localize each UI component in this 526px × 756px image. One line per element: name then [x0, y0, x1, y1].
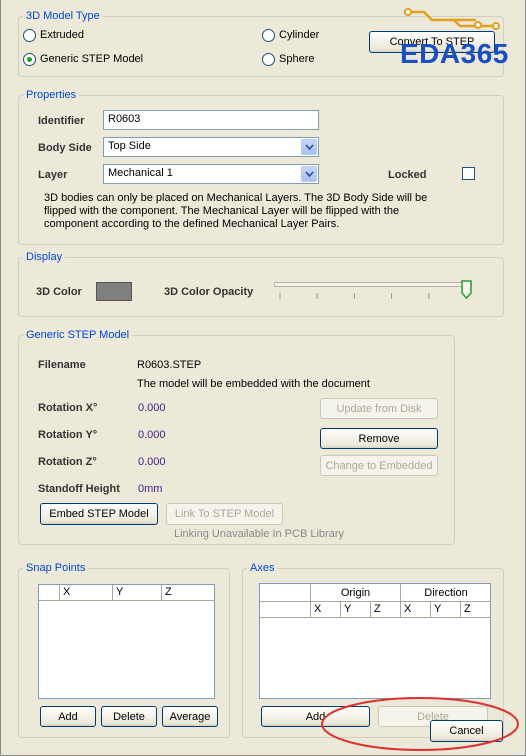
column-header: Z [165, 586, 172, 598]
standoff-value[interactable]: 0mm [138, 483, 162, 495]
body-side-label: Body Side [38, 142, 92, 154]
column-header: X [401, 602, 431, 618]
column-header [260, 602, 311, 618]
axes-grid[interactable]: Origin Direction X Y Z X Y Z [259, 583, 491, 699]
column-header: Origin [311, 584, 401, 602]
logo-circuit-icon [404, 8, 500, 30]
rotation-z-value[interactable]: 0.000 [138, 456, 166, 468]
snap-delete-button[interactable]: Delete [101, 706, 157, 727]
layer-value: Mechanical 1 [108, 167, 173, 179]
embed-step-model-button[interactable]: Embed STEP Model [40, 503, 158, 525]
column-header: X [311, 602, 341, 618]
column-header: Z [464, 603, 471, 615]
slider-thumb[interactable] [460, 280, 472, 300]
snap-points-legend: Snap Points [26, 562, 86, 574]
snap-points-header: X Y Z [39, 585, 214, 601]
rotation-y-value[interactable]: 0.000 [138, 429, 166, 441]
identifier-input[interactable]: R0603 [103, 110, 319, 130]
radio-cylinder-label: Cylinder [279, 29, 320, 41]
rotation-x-label: Rotation X° [38, 402, 98, 414]
snap-points-grid[interactable]: X Y Z [38, 584, 215, 699]
axes-legend: Axes [250, 562, 275, 574]
body-side-select[interactable]: Top Side [103, 137, 319, 157]
standoff-label: Standoff Height [38, 483, 120, 495]
rotation-y-label: Rotation Y° [38, 429, 98, 441]
properties-legend: Properties [26, 89, 77, 101]
display-legend: Display [26, 251, 63, 263]
column-header [260, 584, 311, 602]
snap-average-button[interactable]: Average [162, 706, 218, 727]
color-swatch[interactable] [96, 282, 132, 301]
axes-group-header: Origin Direction [260, 584, 490, 602]
locked-checkbox[interactable] [462, 167, 475, 180]
radio-extruded-label: Extruded [40, 29, 85, 41]
column-header: Y [431, 602, 461, 618]
radio-generic-step-label: Generic STEP Model [40, 53, 144, 65]
opacity-label: 3D Color Opacity [164, 286, 254, 298]
snap-add-button[interactable]: Add [40, 706, 96, 727]
layer-label: Layer [38, 169, 68, 181]
properties-note: 3D bodies can only be placed on Mechanic… [44, 192, 428, 230]
remove-button[interactable]: Remove [320, 428, 438, 449]
radio-extruded[interactable] [23, 29, 36, 42]
locked-label: Locked [388, 169, 427, 181]
column-header: Y [113, 585, 162, 601]
radio-generic-step[interactable] [23, 53, 36, 66]
rotation-x-value[interactable]: 0.000 [138, 402, 166, 414]
opacity-slider[interactable] [274, 280, 472, 302]
layer-select[interactable]: Mechanical 1 [103, 164, 319, 184]
column-header: Direction [424, 587, 468, 599]
cancel-button[interactable]: Cancel [430, 720, 503, 742]
column-header: Z [371, 602, 401, 618]
filename-value: R0603.STEP [137, 359, 202, 371]
radio-cylinder[interactable] [262, 29, 275, 42]
step-model-legend: Generic STEP Model [26, 329, 130, 341]
filename-label: Filename [38, 359, 86, 371]
identifier-label: Identifier [38, 115, 85, 127]
body-side-value: Top Side [108, 140, 151, 152]
embedded-note: The model will be embedded with the docu… [137, 378, 370, 390]
logo-text: EDA365 [400, 38, 509, 69]
column-header: X [60, 585, 113, 601]
update-from-disk-button[interactable]: Update from Disk [320, 398, 438, 419]
slider-ticks [279, 293, 467, 299]
model-type-legend: 3D Model Type [26, 10, 100, 22]
rotation-z-label: Rotation Z° [38, 456, 97, 468]
chevron-down-icon[interactable] [301, 166, 317, 182]
link-to-step-model-button[interactable]: Link To STEP Model [166, 503, 283, 525]
axes-add-button[interactable]: Add [261, 706, 370, 727]
chevron-down-icon[interactable] [301, 139, 317, 155]
radio-sphere-label: Sphere [279, 53, 315, 65]
link-note: Linking Unavailable In PCB Library [174, 528, 344, 540]
change-to-embedded-button[interactable]: Change to Embedded [320, 455, 438, 476]
column-header: Y [341, 602, 371, 618]
color-label: 3D Color [36, 286, 82, 298]
slider-track [274, 282, 472, 287]
column-header [39, 585, 60, 601]
axes-header: X Y Z X Y Z [260, 602, 490, 618]
radio-sphere[interactable] [262, 53, 275, 66]
